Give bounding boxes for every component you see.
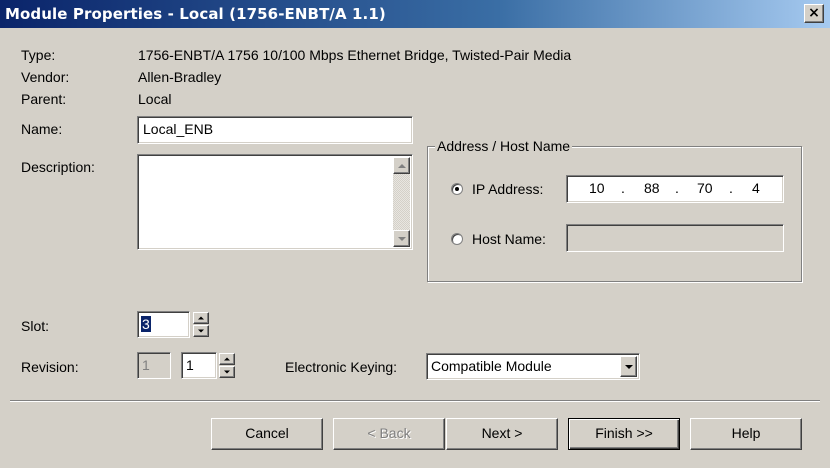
help-button[interactable]: Help [690,418,802,450]
slot-label: Slot: [21,318,50,334]
revision-spin-up[interactable] [219,353,235,365]
host-name-label: Host Name: [472,231,546,247]
next-button[interactable]: Next > [446,418,558,450]
spin-up-icon [198,316,204,320]
address-group: Address / Host Name [427,138,802,282]
name-label: Name: [21,121,63,137]
slot-input[interactable]: 3 [137,311,190,338]
title-bar: Module Properties - Local (1756-ENBT/A 1… [0,0,830,28]
ip-address-label: IP Address: [472,181,544,197]
vendor-label: Vendor: [21,69,70,85]
revision-major-value: 1 [142,357,150,373]
revision-minor-value: 1 [186,357,194,373]
scroll-track[interactable] [393,174,410,230]
scroll-up-button[interactable] [393,157,410,174]
ip-octet-4: 4 [752,180,760,196]
slot-spin-up[interactable] [193,312,209,324]
description-label: Description: [21,159,95,175]
ip-octet-3: 70 [697,180,713,196]
address-group-label: Address / Host Name [435,138,573,154]
keying-label: Electronic Keying: [285,359,398,375]
revision-minor-input[interactable]: 1 [181,352,217,379]
back-button[interactable]: < Back [333,418,445,450]
ip-dot-2: . [675,180,679,196]
scroll-up-icon [397,163,406,168]
name-input[interactable]: Local_ENB [137,116,413,144]
host-name-input[interactable] [566,224,784,252]
vendor-value: Allen-Bradley [138,69,222,85]
keying-value: Compatible Module [431,358,552,374]
spin-down-icon [224,370,230,374]
spin-down-icon [198,329,204,333]
description-scrollbar[interactable] [393,157,410,247]
ip-address-radio[interactable] [451,183,463,195]
type-label: Type: [21,47,56,63]
type-value: 1756-ENBT/A 1756 10/100 Mbps Ethernet Br… [138,47,572,63]
keying-dropdown-button[interactable] [620,356,637,377]
radio-selected-dot [455,187,459,191]
slot-spinner[interactable] [193,312,209,337]
parent-value: Local [138,91,172,107]
revision-spin-down[interactable] [219,366,235,378]
close-button[interactable]: × [804,4,824,23]
scroll-down-icon [397,236,406,241]
slot-spin-down[interactable] [193,325,209,337]
name-input-value: Local_ENB [143,121,214,137]
button-separator [10,400,820,402]
ip-dot-1: . [621,180,625,196]
keying-select[interactable]: Compatible Module [426,353,640,380]
parent-label: Parent: [21,91,67,107]
cancel-button[interactable]: Cancel [211,418,323,450]
ip-octet-2: 88 [644,180,660,196]
ip-octet-1: 10 [589,180,605,196]
spin-up-icon [224,357,230,361]
ip-dot-3: . [729,180,733,196]
scroll-down-button[interactable] [393,230,410,247]
host-name-radio[interactable] [451,233,463,245]
revision-label: Revision: [21,359,79,375]
slot-value: 3 [141,316,151,332]
revision-spinner[interactable] [219,353,235,378]
chevron-down-icon [624,364,633,369]
ip-address-input[interactable]: 10 . 88 . 70 . 4 [566,175,784,203]
revision-major-input: 1 [137,352,171,379]
description-textarea[interactable] [137,154,413,250]
finish-button[interactable]: Finish >> [568,418,680,450]
close-icon: × [808,5,820,21]
window-title: Module Properties - Local (1756-ENBT/A 1… [5,5,386,23]
